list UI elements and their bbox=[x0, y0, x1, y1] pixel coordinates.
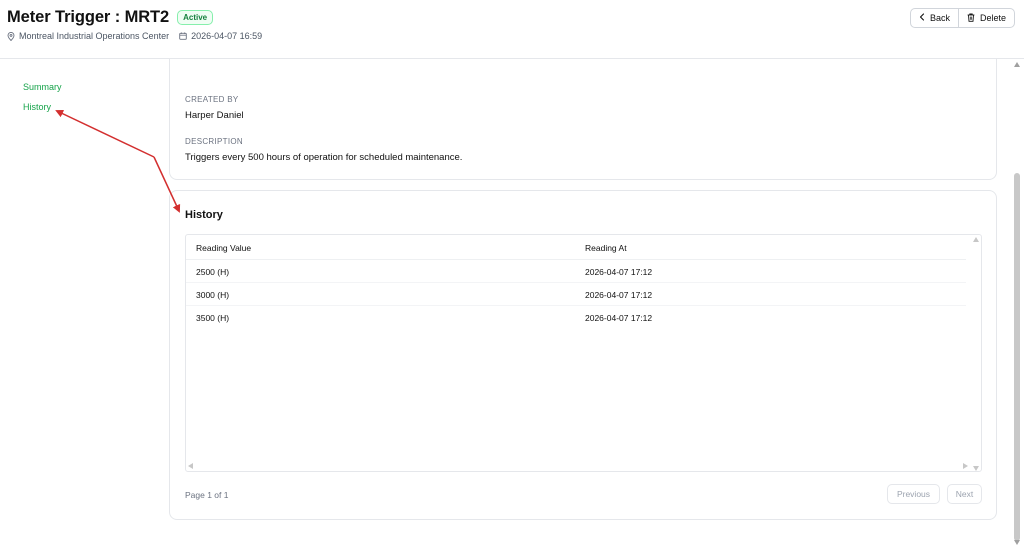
column-header-reading-at: Reading At bbox=[585, 243, 627, 253]
table-row: 3500 (H) 2026-04-07 17:12 bbox=[186, 306, 966, 329]
delete-button[interactable]: Delete bbox=[957, 9, 1014, 27]
scroll-down-icon[interactable] bbox=[1014, 540, 1020, 545]
main-content: CREATED BY Harper Daniel DESCRIPTION Tri… bbox=[0, 59, 1024, 548]
datetime-text: 2026-04-07 16:59 bbox=[191, 31, 263, 41]
scroll-up-icon[interactable] bbox=[1014, 62, 1020, 67]
table-row: 3000 (H) 2026-04-07 17:12 bbox=[186, 283, 966, 306]
delete-label: Delete bbox=[979, 13, 1006, 23]
page-title: Meter Trigger : MRT2 bbox=[7, 8, 170, 26]
reading-value-cell: 3500 (H) bbox=[196, 313, 230, 323]
page-scrollbar-thumb[interactable] bbox=[1014, 173, 1020, 541]
back-button[interactable]: Back bbox=[911, 9, 958, 27]
header-actions: Back Delete bbox=[909, 8, 1015, 28]
created-by-label: CREATED BY bbox=[185, 95, 239, 104]
location-pin-icon bbox=[7, 31, 15, 41]
trash-icon bbox=[967, 13, 975, 24]
reading-value-cell: 2500 (H) bbox=[196, 267, 230, 277]
reading-value-cell: 3000 (H) bbox=[196, 290, 230, 300]
page-scrollbar[interactable] bbox=[1010, 59, 1024, 548]
details-card: CREATED BY Harper Daniel DESCRIPTION Tri… bbox=[169, 59, 997, 180]
scroll-left-icon[interactable] bbox=[188, 463, 193, 469]
reading-at-cell: 2026-04-07 17:12 bbox=[585, 267, 653, 277]
chevron-left-icon bbox=[919, 13, 925, 23]
calendar-icon bbox=[179, 32, 187, 40]
description-value: Triggers every 500 hours of operation fo… bbox=[185, 152, 463, 163]
next-button[interactable]: Next bbox=[947, 484, 982, 504]
scroll-down-icon[interactable] bbox=[973, 466, 979, 471]
reading-at-cell: 2026-04-07 17:12 bbox=[585, 313, 653, 323]
table-header: Reading Value Reading At bbox=[186, 235, 966, 260]
meta-row: Montreal Industrial Operations Center 20… bbox=[7, 31, 262, 41]
scroll-up-icon[interactable] bbox=[973, 237, 979, 242]
table-vertical-scrollbar[interactable] bbox=[970, 235, 981, 471]
page-header: Meter Trigger : MRT2 Active Montreal Ind… bbox=[0, 0, 1024, 59]
location-meta: Montreal Industrial Operations Center bbox=[7, 31, 169, 41]
created-by-value: Harper Daniel bbox=[185, 110, 244, 121]
history-title: History bbox=[185, 209, 223, 221]
title-row: Meter Trigger : MRT2 Active bbox=[7, 8, 214, 27]
back-label: Back bbox=[929, 13, 950, 23]
location-text: Montreal Industrial Operations Center bbox=[19, 31, 170, 41]
description-label: DESCRIPTION bbox=[185, 137, 243, 146]
reading-at-cell: 2026-04-07 17:12 bbox=[585, 290, 653, 300]
status-badge: Active bbox=[177, 10, 214, 25]
scroll-right-icon[interactable] bbox=[963, 463, 968, 469]
history-card: History Reading Value Reading At 2500 (H… bbox=[169, 190, 997, 520]
column-header-reading-value: Reading Value bbox=[196, 243, 252, 253]
pagination-status: Page 1 of 1 bbox=[185, 490, 229, 500]
previous-button[interactable]: Previous bbox=[887, 484, 940, 504]
table-row: 2500 (H) 2026-04-07 17:12 bbox=[186, 260, 966, 283]
history-table: Reading Value Reading At 2500 (H) 2026-0… bbox=[185, 234, 982, 472]
datetime-meta: 2026-04-07 16:59 bbox=[179, 31, 262, 41]
